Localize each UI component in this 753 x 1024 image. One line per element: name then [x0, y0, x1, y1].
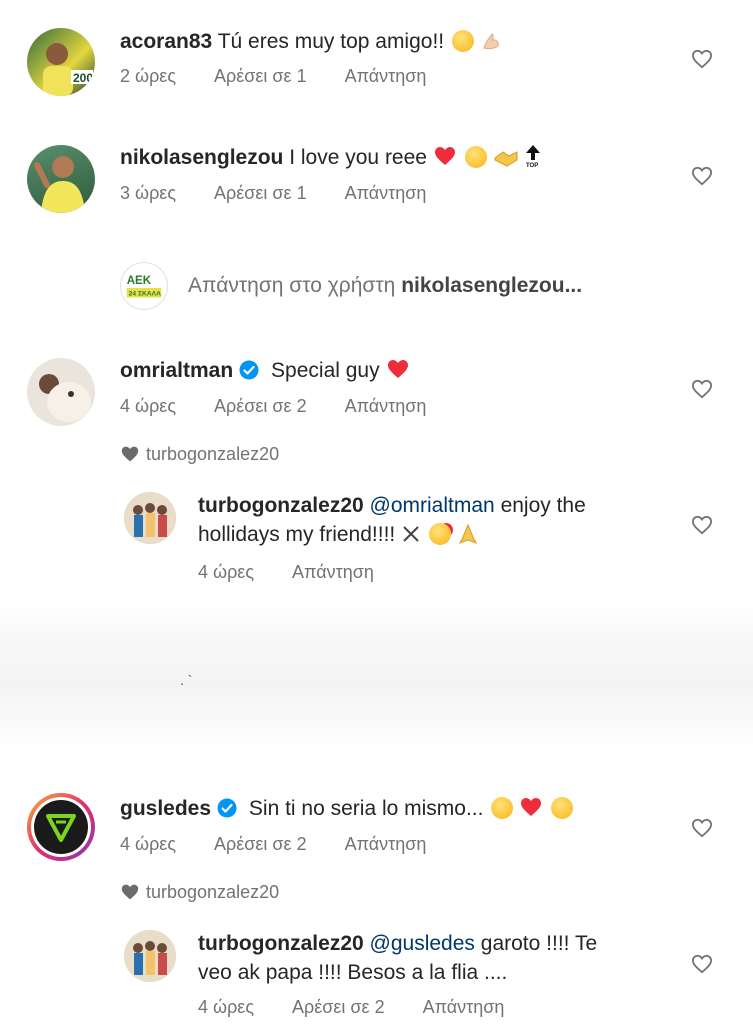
- reply-text-line1: enjoy the: [500, 494, 586, 517]
- reply-meta: 4 ώρες Αρέσει σε 2 Απάντηση: [198, 997, 504, 1018]
- verified-badge-icon: [217, 798, 237, 818]
- reply-username[interactable]: turbogonzalez20: [198, 932, 364, 955]
- flexed-biceps-icon: [480, 30, 502, 60]
- liked-by-author: turbogonzalez20: [120, 444, 279, 465]
- reply-text-line1: garoto !!!! Te: [480, 932, 598, 955]
- svg-text:TOP: TOP: [526, 163, 538, 168]
- handshake-icon: [493, 147, 519, 176]
- liked-by-author: turbogonzalez20: [120, 882, 279, 903]
- comment-meta: 4 ώρες Αρέσει σε 2 Απάντηση: [120, 834, 426, 855]
- top-arrow-icon: TOP: [524, 144, 542, 176]
- comment-time: 3 ώρες: [120, 183, 177, 203]
- comment-meta: 3 ώρες Αρέσει σε 1 Απάντηση: [120, 183, 426, 204]
- reply-button[interactable]: Απάντηση: [423, 997, 505, 1017]
- reply-to-label: Απάντηση στο χρήστη nikolasenglezou...: [188, 274, 582, 298]
- relieved-face-icon: [464, 146, 487, 168]
- comment-time: 2 ώρες: [120, 66, 177, 86]
- comment-body: acoran83 Tú eres muy top amigo!!: [120, 27, 502, 60]
- comment-body: gusledes Sin ti no seria lo mismo...: [120, 794, 574, 826]
- liked-by-username: turbogonzalez20: [146, 882, 280, 902]
- comment-username[interactable]: omrialtman: [120, 359, 233, 382]
- reply-to-username[interactable]: nikolasenglezou...: [401, 274, 582, 297]
- reply-body: turbogonzalez20 @omrialtman enjoy the ho…: [198, 491, 658, 553]
- comment-likes[interactable]: Αρέσει σε 1: [214, 66, 307, 86]
- comment-likes[interactable]: Αρέσει σε 1: [214, 183, 307, 203]
- smiling-hearts-face-icon: [428, 523, 451, 545]
- like-heart-icon[interactable]: [691, 49, 713, 69]
- reply-button[interactable]: Απάντηση: [345, 183, 427, 203]
- smiling-face-icon: [451, 30, 474, 52]
- comment-time: 4 ώρες: [120, 396, 177, 416]
- like-heart-icon[interactable]: [691, 379, 713, 399]
- svg-text:200: 200: [73, 71, 93, 85]
- reply-time: 4 ώρες: [198, 997, 255, 1017]
- reply-time: 4 ώρες: [198, 562, 255, 582]
- reply-to-user-row[interactable]: AEK 24 ΣΚΑΛΑ Απάντηση στο χρήστη nikolas…: [120, 262, 582, 310]
- reply-button[interactable]: Απάντηση: [345, 66, 427, 86]
- svg-text:24 ΣΚΑΛΑ: 24 ΣΚΑΛΑ: [129, 291, 161, 298]
- gusledes-logo-icon: [31, 797, 91, 857]
- crossed-swords-icon: [401, 523, 421, 552]
- comment-text: Sin ti no seria lo mismo...: [248, 797, 484, 820]
- comment-text: Tú eres muy top amigo!!: [217, 30, 445, 53]
- reply-to-prefix: Απάντηση στο: [188, 274, 322, 297]
- reply-to-middle: χρήστη: [327, 274, 396, 297]
- comment-meta: 2 ώρες Αρέσει σε 1 Απάντηση: [120, 66, 426, 87]
- comment-text: I love you reee: [289, 146, 427, 169]
- heart-eyes-icon: [491, 797, 514, 819]
- verified-badge-icon: [239, 360, 259, 380]
- avatar-photo-icon: [124, 492, 176, 544]
- avatar[interactable]: 200: [27, 28, 95, 96]
- reply-text-line2: hollidays my friend!!!!: [198, 523, 396, 546]
- reply-username[interactable]: turbogonzalez20: [198, 494, 364, 517]
- avatar[interactable]: [27, 793, 95, 861]
- red-heart-icon: [433, 145, 457, 175]
- svg-text:AEK: AEK: [127, 275, 152, 287]
- liked-by-username: turbogonzalez20: [146, 444, 280, 464]
- author-liked-heart-icon: [121, 884, 139, 900]
- avatar[interactable]: [124, 492, 176, 544]
- comment-text: Special guy: [271, 359, 380, 382]
- comment-meta: 4 ώρες Αρέσει σε 2 Απάντηση: [120, 396, 426, 417]
- avatar-photo-icon: [39, 374, 91, 422]
- avatar-photo-icon: 200: [43, 43, 93, 96]
- sad-face-icon: [551, 797, 574, 819]
- avatar[interactable]: [124, 930, 176, 982]
- comment-username[interactable]: nikolasenglezou: [120, 146, 283, 169]
- like-heart-icon[interactable]: [691, 818, 713, 838]
- avatar[interactable]: [27, 145, 95, 213]
- like-heart-icon[interactable]: [691, 166, 713, 186]
- red-heart-icon: [519, 796, 543, 826]
- avatar-photo-icon: [124, 930, 176, 982]
- red-heart-icon: [385, 358, 411, 388]
- reply-likes[interactable]: Αρέσει σε 2: [292, 997, 385, 1017]
- comment-likes[interactable]: Αρέσει σε 2: [214, 396, 307, 416]
- comment-body: omrialtman Special guy: [120, 356, 411, 388]
- like-heart-icon[interactable]: [691, 515, 713, 535]
- author-liked-heart-icon: [121, 446, 139, 462]
- reply-button[interactable]: Απάντηση: [345, 834, 427, 854]
- reply-body: turbogonzalez20 @gusledes garoto !!!! Te…: [198, 929, 658, 987]
- reply-meta: 4 ώρες Απάντηση: [198, 562, 374, 583]
- stray-mark: . `: [180, 672, 193, 688]
- avatar-photo-icon: [34, 156, 85, 213]
- reply-text-line2: veo ak papa !!!! Besos a la flia ....: [198, 961, 508, 984]
- aek-logo-icon: AEK 24 ΣΚΑΛΑ: [121, 263, 167, 309]
- folded-hands-icon: [457, 523, 479, 553]
- reply-mention[interactable]: @gusledes: [370, 932, 475, 955]
- reply-button[interactable]: Απάντηση: [345, 396, 427, 416]
- reply-button[interactable]: Απάντηση: [292, 562, 374, 582]
- reply-mention[interactable]: @omrialtman: [370, 494, 495, 517]
- avatar[interactable]: [27, 358, 95, 426]
- current-user-avatar: AEK 24 ΣΚΑΛΑ: [120, 262, 168, 310]
- comment-username[interactable]: gusledes: [120, 797, 211, 820]
- comment-time: 4 ώρες: [120, 834, 177, 854]
- comment-likes[interactable]: Αρέσει σε 2: [214, 834, 307, 854]
- comment-body: nikolasenglezou I love you reee TOP: [120, 143, 542, 176]
- like-heart-icon[interactable]: [691, 954, 713, 974]
- comment-username[interactable]: acoran83: [120, 30, 212, 53]
- obscured-area: . `: [0, 600, 753, 750]
